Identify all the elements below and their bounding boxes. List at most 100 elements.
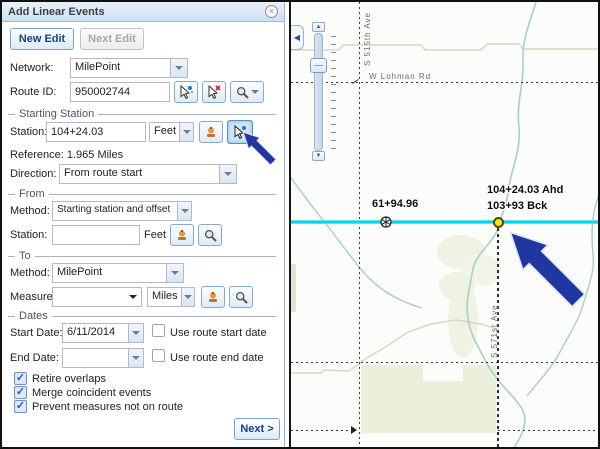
station-locator-icon [175, 228, 189, 242]
reference-text: Reference: 1.965 Miles [10, 149, 123, 161]
direction-combo[interactable]: From route start [59, 164, 237, 184]
use-route-end-date-checkbox[interactable] [152, 349, 165, 362]
use-route-end-date-label: Use route end date [170, 352, 264, 364]
search-icon [204, 229, 217, 242]
from-station-input[interactable] [52, 225, 140, 245]
network-value: MilePoint [71, 59, 170, 77]
from-station-label: Station: [10, 229, 47, 241]
from-section-header: From [8, 188, 276, 200]
station-input[interactable] [46, 122, 146, 142]
road-label-ave-right: S 571st Ave [490, 304, 499, 358]
road-label-ave-left: S 515th Ave [363, 12, 372, 66]
chevron-down-icon[interactable] [129, 288, 141, 306]
selected-station-label-ahead: 104+24.03 Ahd [487, 184, 563, 196]
slider-up-icon: ▲ [316, 24, 322, 30]
dates-section-header: Dates [8, 310, 276, 322]
start-date-value: 6/11/2014 [63, 324, 128, 342]
retire-overlaps-label: Retire overlaps [32, 373, 106, 385]
road-bottom-right [498, 430, 600, 431]
next-button[interactable]: Next > [234, 418, 280, 440]
next-edit-button[interactable]: Next Edit [80, 28, 144, 50]
merge-coincident-events-checkbox[interactable]: ✓ [14, 386, 27, 399]
use-route-start-date-checkbox[interactable] [152, 324, 165, 337]
zoom-slider-handle[interactable] [310, 58, 327, 73]
slider-down-icon: ▼ [316, 153, 322, 159]
to-search-button[interactable] [229, 286, 253, 308]
end-date-field[interactable] [62, 348, 144, 368]
pointer-select-icon [179, 85, 193, 99]
from-locate-button[interactable] [170, 224, 194, 246]
measure-combo[interactable] [52, 287, 142, 307]
network-label: Network: [10, 62, 53, 74]
route-highlight-line[interactable] [291, 220, 600, 224]
map-canvas[interactable]: S 515th Ave W Lohman Rd S 571st Ave 61+9… [289, 2, 600, 447]
network-combo[interactable]: MilePoint [70, 58, 188, 78]
station-locator-icon [206, 290, 220, 304]
pointer-pick-icon [233, 125, 247, 139]
from-search-button[interactable] [198, 224, 222, 246]
panel-title: Add Linear Events [8, 6, 105, 18]
road-section-line [291, 362, 600, 363]
panel-collapse-button[interactable]: ◀ [291, 25, 304, 50]
chevron-down-icon [251, 90, 259, 94]
section-legend: Starting Station [19, 108, 94, 120]
chevron-down-icon[interactable] [170, 59, 187, 77]
to-method-combo[interactable]: MilePoint [52, 263, 184, 283]
zoom-slider-ticks [331, 36, 336, 150]
collapse-left-icon: ◀ [294, 33, 300, 42]
end-date-value [63, 349, 128, 367]
road-bottom-left [291, 430, 353, 431]
chevron-down-icon[interactable] [128, 324, 143, 342]
pointer-clear-icon [207, 85, 221, 99]
road-lohman [291, 82, 600, 83]
close-icon[interactable]: × [265, 5, 278, 18]
route-search-dropdown-button[interactable] [230, 81, 264, 103]
search-icon [235, 291, 248, 304]
locate-station-button[interactable] [199, 121, 223, 143]
from-method-label: Method: [10, 205, 50, 217]
merge-coincident-events-label: Merge coincident events [32, 387, 151, 399]
from-method-value: Starting station and offset [53, 202, 177, 220]
search-icon [236, 86, 249, 99]
chevron-down-icon[interactable] [179, 123, 193, 141]
direction-value: From route start [60, 165, 219, 183]
retire-overlaps-checkbox[interactable]: ✓ [14, 372, 27, 385]
chevron-down-icon[interactable] [166, 264, 183, 282]
selected-station-label-back: 103+93 Bck [487, 200, 547, 212]
chevron-down-icon[interactable] [219, 165, 236, 183]
start-date-field[interactable]: 6/11/2014 [62, 323, 144, 343]
selected-station-marker[interactable] [493, 217, 504, 228]
chevron-down-icon[interactable] [181, 288, 194, 306]
road-label-lohman: W Lohman Rd [369, 72, 431, 81]
pick-station-on-map-button[interactable] [227, 120, 253, 144]
measure-label: Measure: [10, 291, 56, 303]
measure-units-combo[interactable]: Miles [147, 287, 195, 307]
app-window: Add Linear Events × New Edit Next Edit N… [0, 0, 600, 449]
section-legend: To [19, 250, 31, 262]
direction-label: Direction: [10, 168, 56, 180]
station-label: Station: [10, 126, 47, 138]
measure-units-value: Miles [148, 288, 181, 306]
starting-station-section-header: Starting Station [8, 108, 276, 120]
chevron-down-icon[interactable] [177, 202, 191, 220]
station-measure-label: 61+94.96 [372, 198, 418, 210]
station-reference-marker[interactable] [378, 214, 394, 230]
prevent-measures-label: Prevent measures not on route [32, 401, 183, 413]
zoom-in-button[interactable]: ▲ [312, 22, 325, 32]
chevron-down-icon[interactable] [128, 349, 143, 367]
prevent-measures-checkbox[interactable]: ✓ [14, 400, 27, 413]
station-locator-icon [204, 125, 218, 139]
road-end-arrow [351, 426, 357, 434]
clear-route-selection-button[interactable] [202, 81, 226, 103]
route-id-input[interactable] [70, 82, 170, 102]
to-section-header: To [8, 250, 276, 262]
zoom-slider-track[interactable] [314, 33, 323, 151]
zoom-out-button[interactable]: ▼ [312, 151, 325, 161]
end-date-label: End Date: [10, 352, 59, 364]
new-edit-button[interactable]: New Edit [10, 28, 74, 50]
station-units-combo[interactable]: Feet [149, 122, 194, 142]
from-method-combo[interactable]: Starting station and offset [52, 201, 192, 221]
to-locate-button[interactable] [201, 286, 225, 308]
select-route-on-map-button[interactable] [174, 81, 198, 103]
section-legend: Dates [19, 310, 48, 322]
